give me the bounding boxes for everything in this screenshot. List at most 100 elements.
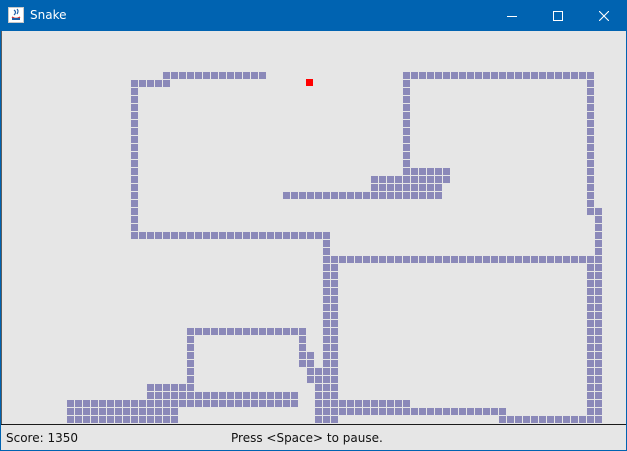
game-board[interactable] <box>1 31 626 424</box>
snake-segment <box>587 376 594 383</box>
snake-segment <box>235 392 242 399</box>
status-bar: Score: 1350 Press <Space> to pause. <box>1 424 626 450</box>
snake-segment <box>131 128 138 135</box>
snake-segment <box>339 256 346 263</box>
snake-segment <box>571 256 578 263</box>
snake-segment <box>587 96 594 103</box>
snake-segment <box>75 400 82 407</box>
snake-segment <box>243 400 250 407</box>
snake-segment <box>331 288 338 295</box>
snake-segment <box>587 112 594 119</box>
snake-segment <box>67 416 74 423</box>
snake-segment <box>419 72 426 79</box>
snake-segment <box>139 232 146 239</box>
snake-segment <box>587 200 594 207</box>
snake-segment <box>291 328 298 335</box>
snake-segment <box>547 72 554 79</box>
snake-segment <box>187 352 194 359</box>
snake-segment <box>323 192 330 199</box>
snake-segment <box>323 272 330 279</box>
snake-segment <box>259 72 266 79</box>
minimize-button[interactable] <box>489 0 535 31</box>
snake-segment <box>587 400 594 407</box>
snake-segment <box>579 416 586 423</box>
snake-segment <box>587 352 594 359</box>
food-pellet <box>306 79 313 86</box>
snake-segment <box>155 400 162 407</box>
snake-segment <box>595 384 602 391</box>
snake-segment <box>547 256 554 263</box>
snake-segment <box>315 408 322 415</box>
snake-segment <box>587 120 594 127</box>
title-bar[interactable]: Snake <box>0 0 627 31</box>
snake-segment <box>147 392 154 399</box>
snake-segment <box>171 232 178 239</box>
snake-segment <box>323 264 330 271</box>
snake-segment <box>187 376 194 383</box>
window-title: Snake <box>30 8 67 22</box>
snake-segment <box>331 384 338 391</box>
snake-segment <box>187 400 194 407</box>
snake-segment <box>435 256 442 263</box>
snake-segment <box>451 256 458 263</box>
snake-segment <box>387 192 394 199</box>
snake-segment <box>403 112 410 119</box>
snake-segment <box>187 344 194 351</box>
snake-segment <box>411 192 418 199</box>
board-canvas <box>67 72 602 423</box>
snake-segment <box>483 256 490 263</box>
snake-segment <box>323 352 330 359</box>
close-button[interactable] <box>581 0 627 31</box>
snake-segment <box>323 288 330 295</box>
close-icon <box>599 10 609 21</box>
snake-segment <box>163 400 170 407</box>
snake-segment <box>379 256 386 263</box>
snake-segment <box>595 320 602 327</box>
snake-segment <box>587 288 594 295</box>
maximize-button[interactable] <box>535 0 581 31</box>
snake-segment <box>331 368 338 375</box>
snake-segment <box>299 352 306 359</box>
snake-segment <box>339 400 346 407</box>
snake-segment <box>491 408 498 415</box>
snake-segment <box>531 416 538 423</box>
snake-segment <box>211 328 218 335</box>
snake-segment <box>595 240 602 247</box>
snake-segment <box>67 400 74 407</box>
snake-segment <box>355 400 362 407</box>
snake-segment <box>403 400 410 407</box>
snake-segment <box>163 72 170 79</box>
snake-segment <box>99 416 106 423</box>
snake-segment <box>507 416 514 423</box>
snake-segment <box>355 408 362 415</box>
snake-segment <box>203 328 210 335</box>
snake-segment <box>163 384 170 391</box>
snake-segment <box>131 104 138 111</box>
snake-segment <box>547 416 554 423</box>
snake-segment <box>587 160 594 167</box>
snake-segment <box>435 184 442 191</box>
snake-segment <box>363 400 370 407</box>
snake-segment <box>523 72 530 79</box>
snake-segment <box>323 248 330 255</box>
snake-segment <box>395 184 402 191</box>
snake-segment <box>139 80 146 87</box>
snake-segment <box>443 176 450 183</box>
snake-segment <box>587 184 594 191</box>
snake-segment <box>427 192 434 199</box>
snake-segment <box>411 168 418 175</box>
snake-segment <box>579 256 586 263</box>
snake-segment <box>435 408 442 415</box>
snake-segment <box>115 400 122 407</box>
snake-segment <box>403 160 410 167</box>
snake-segment <box>235 232 242 239</box>
snake-segment <box>243 232 250 239</box>
snake-segment <box>267 400 274 407</box>
snake-segment <box>139 408 146 415</box>
snake-segment <box>539 416 546 423</box>
snake-segment <box>243 328 250 335</box>
snake-segment <box>299 192 306 199</box>
snake-segment <box>171 400 178 407</box>
snake-segment <box>595 248 602 255</box>
snake-segment <box>595 392 602 399</box>
